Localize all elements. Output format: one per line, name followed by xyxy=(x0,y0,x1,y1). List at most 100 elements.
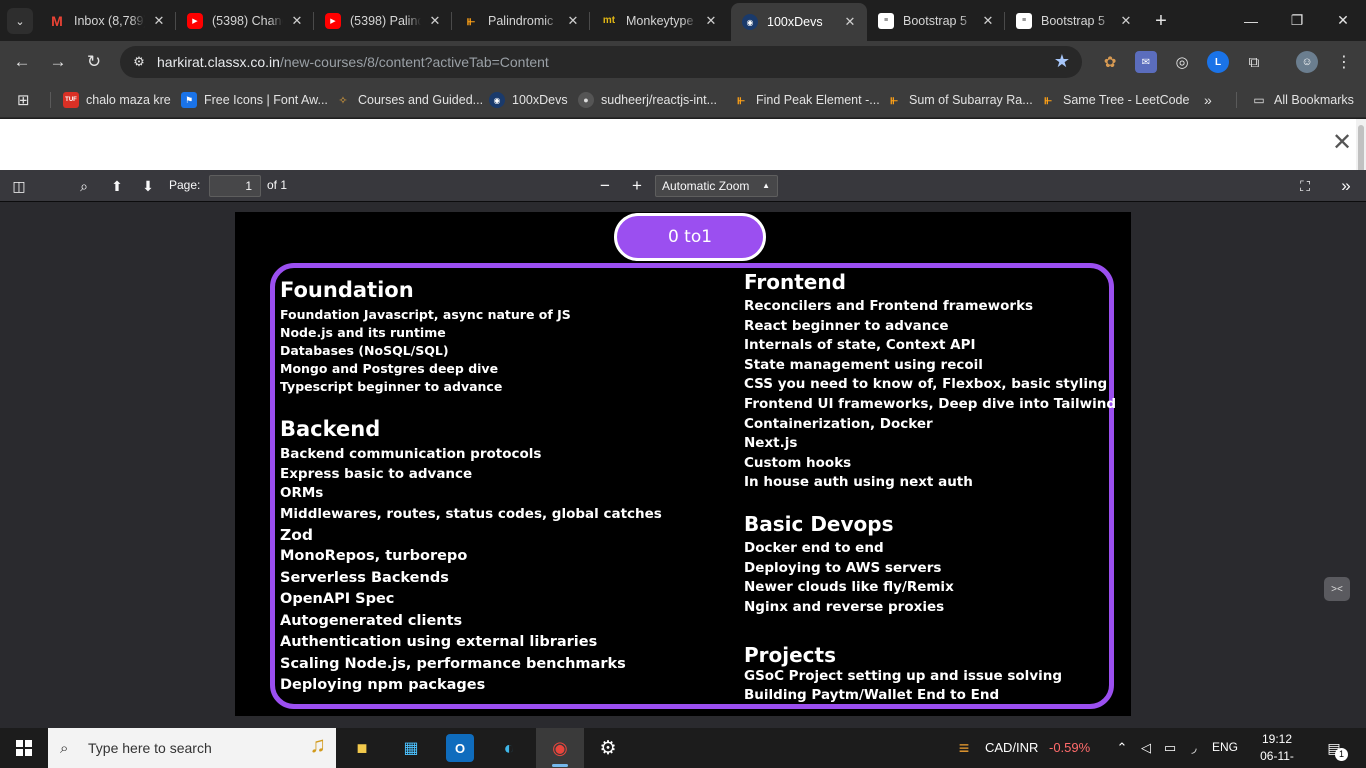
zoom-out-icon[interactable]: − xyxy=(593,175,617,197)
close-tab-icon[interactable]: ✕ xyxy=(425,11,445,31)
clock[interactable]: 19:12 06-11-2024 xyxy=(1248,731,1306,768)
start-button[interactable] xyxy=(0,728,48,768)
find-icon[interactable]: ⌕ xyxy=(72,175,96,197)
back-button[interactable]: ← xyxy=(9,49,35,75)
close-tab-icon[interactable]: ✕ xyxy=(149,11,169,31)
close-tab-icon[interactable]: ✕ xyxy=(1116,11,1136,31)
new-tab-button[interactable]: + xyxy=(1150,10,1172,32)
chevron-down-icon: ⌄ xyxy=(15,15,25,28)
cookie-extension-icon[interactable]: ✿ xyxy=(1099,51,1121,73)
list-item: Node.js and its runtime xyxy=(280,325,446,340)
mail-extension-icon[interactable]: ✉ xyxy=(1135,51,1157,73)
pdf-viewer-area[interactable]: 0 to1 Foundation Foundation Javascript, … xyxy=(0,202,1366,728)
bookmark-star-icon[interactable]: ★ xyxy=(1054,51,1070,72)
stocks-icon[interactable]: ≡ xyxy=(950,734,978,762)
show-hidden-icons-chevron-icon[interactable]: ⌃ xyxy=(1110,734,1134,762)
chrome-icon[interactable]: ◉ xyxy=(546,734,574,762)
menu-kebab-icon[interactable]: ⋮ xyxy=(1333,51,1355,73)
extensions-puzzle-icon[interactable]: ⧉ xyxy=(1243,51,1265,73)
site-settings-icon[interactable]: ⚙ xyxy=(130,53,148,71)
sidebar-toggle-icon[interactable]: ◫ xyxy=(7,175,31,197)
page-label: Page: xyxy=(169,178,201,192)
ticker-label[interactable]: CAD/INR xyxy=(985,740,1038,755)
notification-count-badge: 1 xyxy=(1335,748,1348,761)
close-tab-icon[interactable]: ✕ xyxy=(287,11,307,31)
page-total: of 1 xyxy=(267,178,288,192)
bookmark-item[interactable]: ⫦ Find Peak Element -... xyxy=(733,91,879,109)
pdf-page: 0 to1 Foundation Foundation Javascript, … xyxy=(235,212,1131,716)
list-item: Scaling Node.js, performance benchmarks xyxy=(280,656,626,672)
presentation-mode-icon[interactable]: ⛶ xyxy=(1293,175,1317,197)
browser-toolbar: ← → ↻ ⚙ harkirat.classx.co.in/new-course… xyxy=(0,41,1366,82)
apps-grid-icon[interactable]: ⊞ xyxy=(17,91,30,109)
close-tab-icon[interactable]: ✕ xyxy=(701,11,721,31)
restore-button[interactable]: ❐ xyxy=(1274,0,1320,41)
store-icon[interactable]: ▦ xyxy=(397,734,425,762)
reload-button[interactable]: ↻ xyxy=(81,49,107,75)
language-indicator[interactable]: ENG xyxy=(1212,740,1238,754)
tab-bootstrap-2[interactable]: ≡ Bootstrap 5 ✕ xyxy=(1005,0,1143,41)
next-page-icon[interactable]: ⬇ xyxy=(136,175,160,197)
leetcode-icon: ⫦ xyxy=(467,12,475,28)
floating-extension-icon[interactable]: >< xyxy=(1324,577,1350,601)
settings-gear-icon[interactable]: ⚙ xyxy=(594,734,622,762)
bookmark-item[interactable]: ● sudheerj/reactjs-int... xyxy=(578,91,717,109)
zoom-in-icon[interactable]: + xyxy=(625,175,649,197)
gmail-icon: M xyxy=(51,12,63,29)
list-item: Reconcilers and Frontend frameworks xyxy=(744,298,1034,314)
tab-leetcode[interactable]: ⫦ Palindromic ✕ xyxy=(452,0,590,41)
tab-gmail[interactable]: M Inbox (8,789) ✕ xyxy=(38,0,176,41)
leetcode-icon: ⫦ xyxy=(737,92,745,107)
tab-100xdevs[interactable]: ◉ 100xDevs ✕ xyxy=(731,3,867,41)
close-tab-icon[interactable]: ✕ xyxy=(563,11,583,31)
tab-bootstrap-1[interactable]: ≡ Bootstrap 5 ✕ xyxy=(867,0,1005,41)
url-text[interactable]: harkirat.classx.co.in/new-courses/8/cont… xyxy=(157,54,549,70)
tab-monkeytype[interactable]: mt Monkeytype ✕ xyxy=(590,0,728,41)
all-bookmarks-button[interactable]: ▭ All Bookmarks xyxy=(1251,91,1354,109)
volume-icon[interactable]: ◁ xyxy=(1134,734,1158,762)
close-viewer-icon[interactable]: ✕ xyxy=(1330,131,1354,155)
file-explorer-icon[interactable]: ■ xyxy=(348,734,376,762)
tab-search-button[interactable]: ⌄ xyxy=(7,8,33,34)
wifi-icon[interactable]: ◞ xyxy=(1182,734,1206,762)
address-bar[interactable]: ⚙ harkirat.classx.co.in/new-courses/8/co… xyxy=(120,46,1082,78)
minimize-icon: — xyxy=(1244,12,1258,29)
l-extension-icon[interactable]: L xyxy=(1207,51,1229,73)
bookmark-item[interactable]: ⫦ Same Tree - LeetCode xyxy=(1040,91,1189,109)
bookmark-label: Free Icons | Font Aw... xyxy=(204,93,328,107)
previous-page-icon[interactable]: ⬆ xyxy=(105,175,129,197)
list-item: Typescript beginner to advance xyxy=(280,379,503,394)
more-bookmarks-chevron-icon[interactable]: » xyxy=(1204,91,1212,109)
page-number-input[interactable]: 1 xyxy=(209,175,261,197)
bookmark-item[interactable]: ⚑ Free Icons | Font Aw... xyxy=(181,91,328,109)
profile-avatar-icon[interactable]: ☺ xyxy=(1296,51,1318,73)
list-item: Databases (NoSQL/SQL) xyxy=(280,343,449,358)
bookmark-item[interactable]: TUF chalo maza kre xyxy=(63,91,171,109)
saxophone-icon: ♫ xyxy=(309,732,327,757)
zoom-select[interactable]: Automatic Zoom ▲▼ xyxy=(655,175,778,210)
fontawesome-icon: ⚑ xyxy=(181,92,197,108)
close-window-button[interactable]: ✕ xyxy=(1320,0,1366,41)
100xdevs-icon: ◉ xyxy=(742,14,758,30)
tab-youtube-1[interactable]: ▶ (5398) Chanc ✕ xyxy=(176,0,314,41)
battery-icon[interactable]: ▭ xyxy=(1158,734,1182,762)
bootstrap-icon: ≡ xyxy=(1016,12,1032,29)
all-bookmarks-label: All Bookmarks xyxy=(1274,93,1354,107)
list-item: Zod xyxy=(280,526,313,544)
list-item: Docker end to end xyxy=(744,540,884,556)
minimize-button[interactable]: — xyxy=(1228,0,1274,41)
tab-youtube-2[interactable]: ▶ (5398) Palind ✕ xyxy=(314,0,452,41)
close-tab-icon[interactable]: ✕ xyxy=(978,11,998,31)
tab-title: Palindromic xyxy=(488,13,554,28)
outlook-icon[interactable]: O xyxy=(446,734,474,762)
bookmark-item[interactable]: ⫦ Sum of Subarray Ra... xyxy=(886,91,1032,109)
forward-button[interactable]: → xyxy=(45,49,71,75)
github-icon: ● xyxy=(578,92,594,108)
taskbar-search[interactable]: ⌕ Type here to search ♫ xyxy=(48,728,336,768)
tools-chevron-icon[interactable]: » xyxy=(1334,175,1358,197)
bookmark-item[interactable]: ◉ 100xDevs xyxy=(489,91,568,109)
bookmark-item[interactable]: ✧ Courses and Guided... xyxy=(335,91,483,109)
close-tab-icon[interactable]: ✕ xyxy=(840,12,860,32)
edge-icon[interactable]: ◐ xyxy=(495,734,523,762)
target-extension-icon[interactable]: ◎ xyxy=(1171,51,1193,73)
